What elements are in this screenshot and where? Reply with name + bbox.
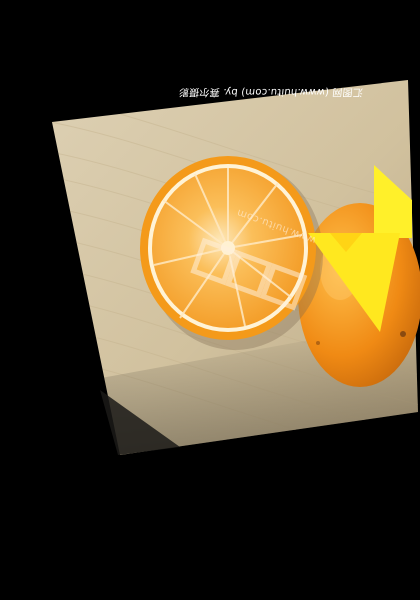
- photo-caption-wrap: 汇图网 (www.huitu.com) by. 赛尔摄影: [147, 80, 364, 102]
- photo-canvas: 汇图网 (www.huitu.com) by. 赛尔摄影 www.huitu.c…: [0, 0, 420, 600]
- photo-caption: 汇图网 (www.huitu.com) by. 赛尔摄影: [178, 86, 364, 97]
